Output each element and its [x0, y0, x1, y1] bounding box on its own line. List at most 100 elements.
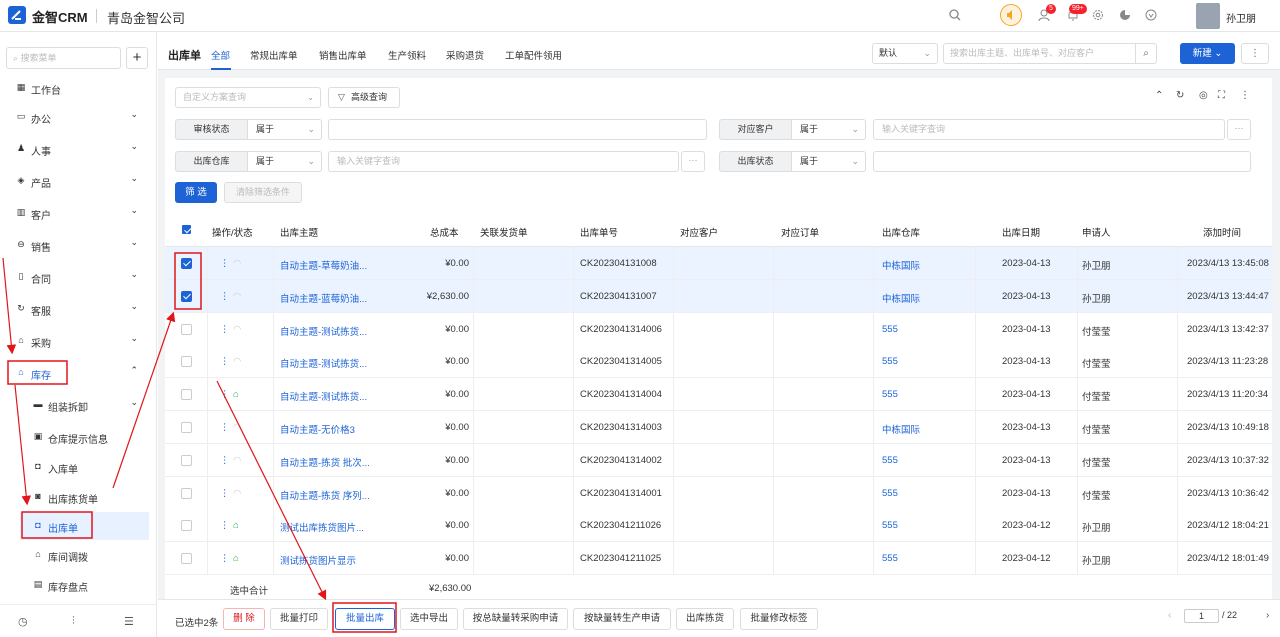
cell-warehouse[interactable]: 555: [882, 389, 898, 400]
sidebar-item-office[interactable]: ▭ 办公 ⌄: [0, 103, 150, 131]
warehouse-keyword-input[interactable]: 输入关键字查询: [328, 151, 679, 172]
add-menu-button[interactable]: +: [126, 47, 148, 69]
sidebar-item-inbound[interactable]: ◘ 入库单: [0, 453, 150, 481]
menu-search-input[interactable]: ⌕ 搜索菜单: [6, 47, 121, 69]
sidebar-item-stocktake[interactable]: ▤ 库存盘点: [0, 571, 150, 599]
prev-page-icon[interactable]: ‹: [1168, 610, 1171, 621]
audit-value-input[interactable]: [328, 119, 707, 140]
shield-icon[interactable]: [1144, 8, 1158, 22]
cell-topic[interactable]: 自动主题-测试拣货...: [280, 356, 367, 370]
cell-warehouse[interactable]: 555: [882, 356, 898, 367]
global-search-input[interactable]: 搜索出库主题、出库单号、对应客户: [943, 43, 1136, 64]
refresh-icon[interactable]: ↻: [1176, 90, 1184, 101]
apply-filter-button[interactable]: 筛 选: [175, 182, 217, 203]
cell-warehouse[interactable]: 中栋国际: [882, 422, 920, 436]
sidebar-item-picking[interactable]: ◙ 出库拣货单: [0, 483, 150, 511]
row-actions-icon[interactable]: ⋮: [220, 422, 230, 433]
cell-topic[interactable]: 自动主题-无价格3: [280, 422, 355, 436]
history-icon[interactable]: ◷: [18, 615, 28, 628]
row-checkbox[interactable]: [181, 290, 192, 302]
sidebar-item-purchase[interactable]: ⌂ 采购 ⌄: [0, 327, 150, 355]
cell-topic[interactable]: 自动主题-蓝莓奶油...: [280, 291, 367, 305]
row-actions-icon[interactable]: ⋮: [220, 356, 230, 367]
row-checkbox[interactable]: [181, 487, 192, 499]
cell-warehouse[interactable]: 555: [882, 553, 898, 564]
to-production-request-button[interactable]: 按缺量转生产申请: [573, 608, 671, 630]
cell-topic[interactable]: 自动主题-草莓奶油...: [280, 258, 367, 272]
cell-topic[interactable]: 自动主题-拣货 批次...: [280, 455, 370, 469]
table-row[interactable]: ⋮ ◠ 自动主题-草莓奶油... ¥0.00 CK202304131008 中栋国际 202…: [165, 247, 1272, 280]
export-selected-button[interactable]: 选中导出: [400, 608, 458, 630]
warehouse-operator-select[interactable]: 属于 ⌄: [248, 151, 322, 172]
sidebar-item-transfer[interactable]: ⌂ 库间调拨: [0, 541, 150, 569]
tab-workorder[interactable]: 工单配件领用: [505, 48, 562, 62]
advanced-search-button[interactable]: ▽ 高级查询: [328, 87, 400, 108]
pie-chart-icon[interactable]: [1118, 8, 1132, 22]
row-checkbox[interactable]: [181, 258, 192, 269]
tab-purchase-return[interactable]: 采购退货: [446, 48, 484, 62]
search-icon[interactable]: ⌕: [1135, 43, 1157, 64]
audit-operator-select[interactable]: 属于 ⌄: [248, 119, 322, 140]
collapse-icon[interactable]: ⌃: [1155, 90, 1163, 101]
sidebar-item-warehouse-tips[interactable]: ▣ 仓库提示信息: [0, 423, 150, 451]
row-actions-icon[interactable]: ⋮: [220, 520, 230, 531]
sidebar-item-sales[interactable]: ⊖ 销售 ⌄: [0, 231, 150, 259]
new-button[interactable]: 新建 ⌄: [1180, 43, 1235, 64]
batch-outbound-button[interactable]: 批量出库: [335, 608, 395, 630]
row-actions-icon[interactable]: ⋮: [220, 389, 230, 400]
sliders-icon[interactable]: ⫶: [72, 615, 75, 628]
cell-topic[interactable]: 自动主题-测试拣货...: [280, 324, 367, 338]
batch-edit-tags-button[interactable]: 批量修改标签: [740, 608, 818, 630]
sidebar-item-inventory[interactable]: ⌂ 库存 ⌃: [0, 359, 150, 387]
delete-button[interactable]: 删 除: [223, 608, 265, 630]
row-checkbox[interactable]: [181, 422, 192, 433]
cell-warehouse[interactable]: 555: [882, 455, 898, 466]
row-actions-icon[interactable]: ⋮: [220, 258, 230, 269]
outbound-picking-button[interactable]: 出库拣货: [676, 608, 734, 630]
table-row[interactable]: ⋮ ◠ 自动主题-无价格3 ¥0.00 CK2023041314003 中栋国际 2023-…: [165, 411, 1272, 444]
status-operator-select[interactable]: 属于 ⌄: [792, 151, 866, 172]
row-checkbox[interactable]: [181, 553, 192, 565]
cell-warehouse[interactable]: 555: [882, 520, 898, 531]
view-select[interactable]: 默认 ⌄: [872, 43, 938, 64]
to-purchase-request-button[interactable]: 按总缺量转采购申请: [463, 608, 568, 630]
tab-production[interactable]: 生产领料: [388, 48, 426, 62]
cell-topic[interactable]: 自动主题-测试拣货...: [280, 389, 367, 403]
table-row[interactable]: ⋮ ⌂ 测试出库拣货图片... ¥0.00 CK2023041211026 555 2023…: [165, 509, 1272, 543]
page-input[interactable]: 1: [1184, 609, 1219, 623]
gear-icon[interactable]: [1091, 8, 1105, 22]
more-vertical-icon[interactable]: ⋮: [1240, 90, 1250, 101]
cell-warehouse[interactable]: 555: [882, 488, 898, 499]
cell-warehouse[interactable]: 555: [882, 324, 898, 335]
company-name[interactable]: 青岛金智公司: [107, 8, 185, 27]
tab-sales[interactable]: 销售出库单: [319, 48, 367, 62]
row-actions-icon[interactable]: ⋮: [220, 291, 230, 302]
customer-more-button[interactable]: ···: [1227, 119, 1251, 140]
row-actions-icon[interactable]: ⋮: [220, 324, 230, 335]
cell-warehouse[interactable]: 中栋国际: [882, 258, 920, 272]
scheme-select[interactable]: 自定义方案查询 ⌄: [175, 87, 321, 108]
settings-icon[interactable]: ◎: [1199, 90, 1208, 101]
sidebar-item-product[interactable]: ◈ 产品 ⌄: [0, 167, 150, 195]
more-options-icon[interactable]: ⋮: [1241, 43, 1269, 64]
status-value-input[interactable]: [873, 151, 1251, 172]
tab-all[interactable]: 全部: [211, 48, 230, 62]
speaker-icon[interactable]: [1000, 4, 1022, 26]
row-actions-icon[interactable]: ⋮: [220, 488, 230, 499]
row-checkbox[interactable]: [181, 520, 192, 532]
table-row[interactable]: ⋮ ◠ 自动主题-蓝莓奶油... ¥2,630.00 CK202304131007 中栋国…: [165, 279, 1272, 313]
tab-regular[interactable]: 常规出库单: [250, 48, 298, 62]
row-checkbox[interactable]: [181, 389, 192, 401]
cell-topic[interactable]: 测试拣货图片显示: [280, 553, 356, 567]
sidebar-item-workbench[interactable]: ▦ 工作台: [0, 74, 150, 102]
fullscreen-icon[interactable]: ⛶: [1218, 90, 1225, 101]
sidebar-item-customer[interactable]: ▥ 客户 ⌄: [0, 199, 150, 227]
customer-keyword-input[interactable]: 输入关键字查询: [873, 119, 1225, 140]
row-actions-icon[interactable]: ⋮: [220, 455, 230, 466]
sidebar-item-assembly[interactable]: ▬ 组装拆卸 ⌄: [0, 391, 150, 419]
avatar[interactable]: [1196, 3, 1220, 29]
table-row[interactable]: ⋮ ◠ 自动主题-拣货 批次... ¥0.00 CK2023041314002 555 20…: [165, 443, 1272, 477]
user-name[interactable]: 孙卫朋: [1226, 10, 1256, 25]
cell-topic[interactable]: 自动主题-拣货 序列...: [280, 488, 370, 502]
batch-print-button[interactable]: 批量打印: [270, 608, 328, 630]
